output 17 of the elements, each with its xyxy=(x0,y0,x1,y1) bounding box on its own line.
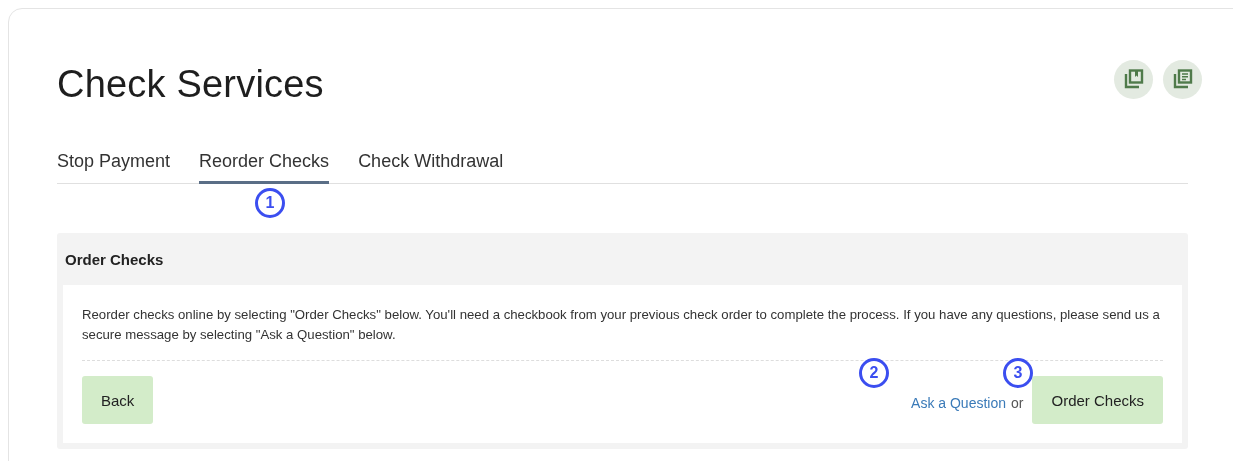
document-copy-icon xyxy=(1172,69,1193,89)
tab[interactable]: Stop Payment xyxy=(57,151,171,184)
panel-title: Order Checks xyxy=(64,250,165,270)
bookmark-copy-icon xyxy=(1123,69,1144,89)
bookmark-button[interactable] xyxy=(1114,59,1153,99)
description-text: Reorder checks online by selecting "Order Checks" below. You'll need a checkbook from your previous check order to complete the process. If you have any questions, please send us a secure message by selecting "Ask a Question" below. xyxy=(82,305,1163,361)
callout-marker: 2 xyxy=(859,358,889,388)
tab[interactable]: Check Withdrawal xyxy=(358,151,504,184)
page-title: Check Services xyxy=(57,62,324,106)
document-button[interactable] xyxy=(1163,59,1202,99)
callout-marker: 1 xyxy=(255,188,285,218)
back-button[interactable]: Back xyxy=(82,376,154,424)
or-text: or xyxy=(1011,395,1024,411)
callout-marker: 3 xyxy=(1003,358,1033,388)
order-checks-button[interactable]: Order Checks xyxy=(1032,376,1163,424)
tab[interactable]: Reorder Checks xyxy=(199,151,330,184)
ask-question-link[interactable]: Ask a Question xyxy=(911,395,1006,411)
